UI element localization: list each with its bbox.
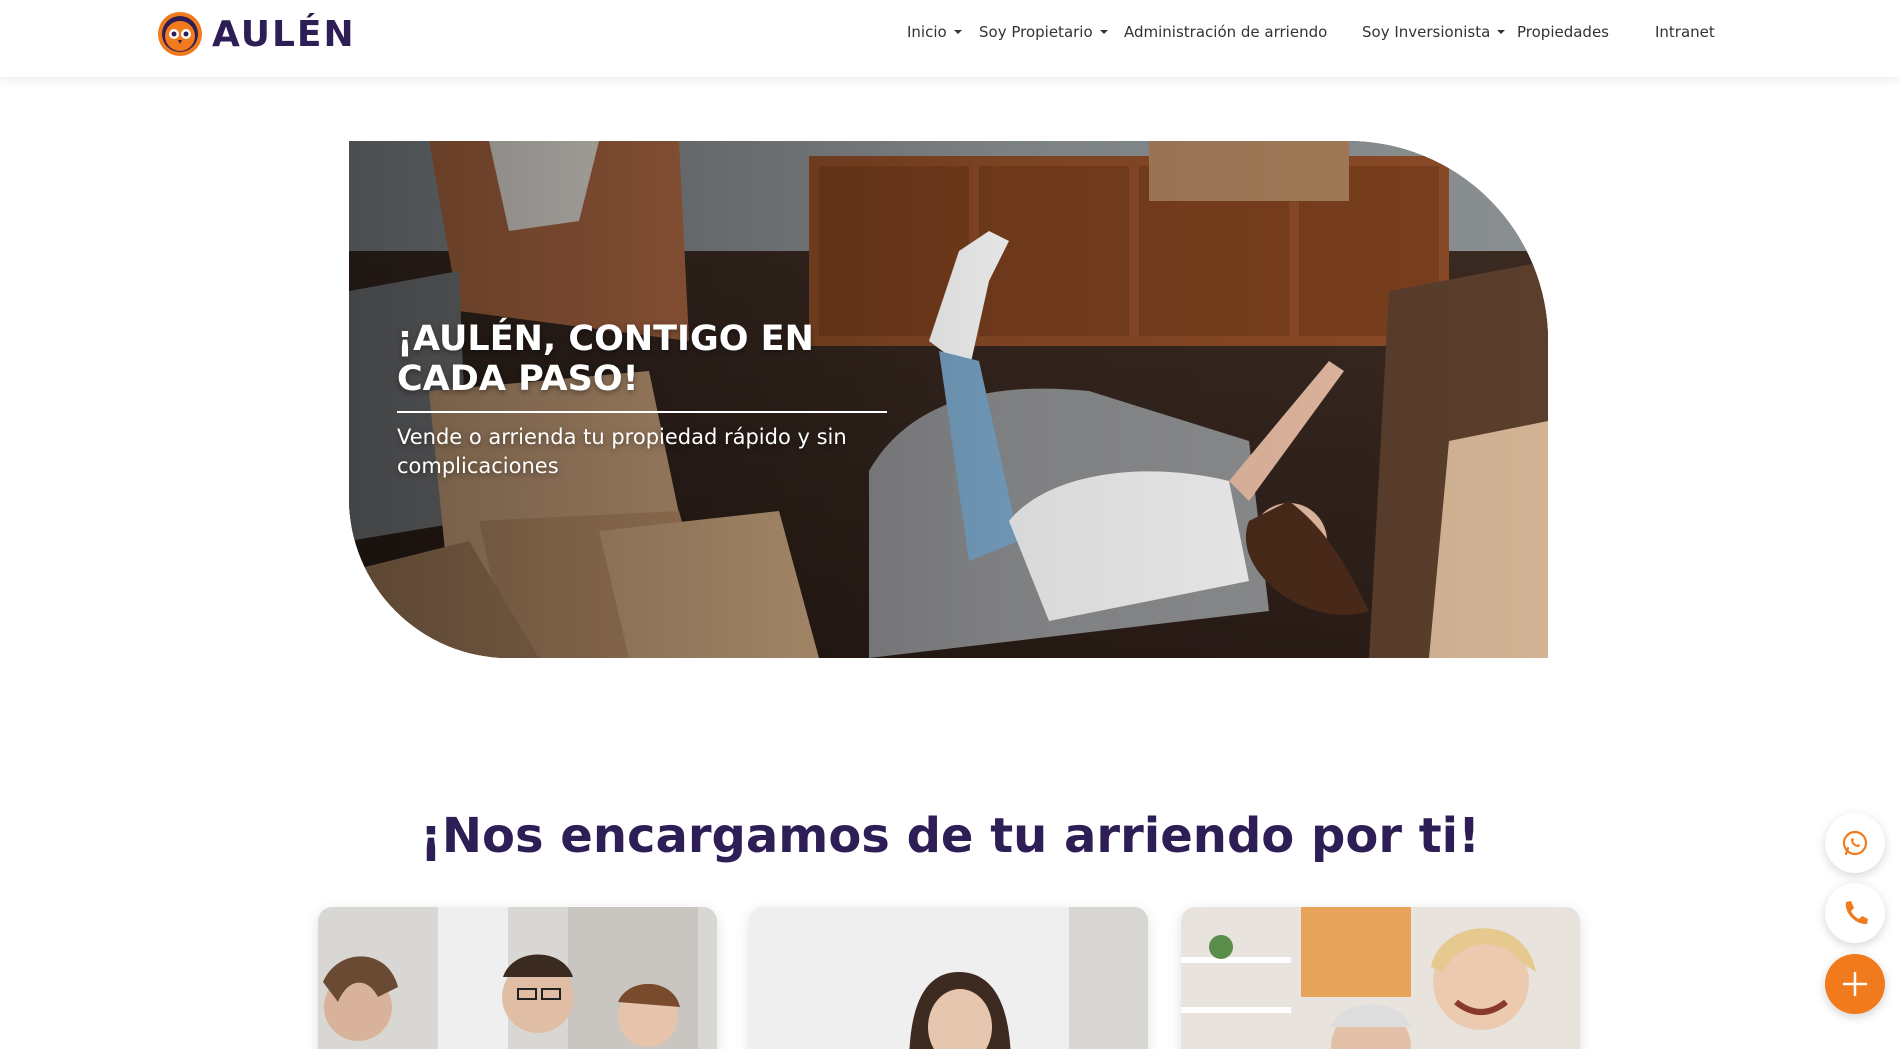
whatsapp-button[interactable]	[1825, 813, 1885, 873]
nav-label: Propiedades	[1517, 23, 1609, 41]
nav-label: Soy Inversionista	[1362, 23, 1491, 41]
hero-text-block: ¡AULÉN, CONTIGO EN CADA PASO! Vende o ar…	[397, 319, 937, 481]
service-card-3[interactable]	[1181, 907, 1580, 1049]
card-photo-people-meeting	[318, 907, 717, 1049]
hero-title: ¡AULÉN, CONTIGO EN CADA PASO!	[397, 319, 814, 399]
more-actions-button[interactable]	[1825, 954, 1885, 1014]
card-photo-elderly-couple	[1181, 907, 1580, 1049]
nav-label: Administración de arriendo	[1124, 23, 1328, 41]
nav-item-administracion[interactable]: Administración de arriendo	[1124, 23, 1327, 41]
nav-label: Intranet	[1655, 23, 1715, 41]
nav-item-inicio[interactable]: Inicio	[907, 23, 962, 41]
hero-banner: ¡AULÉN, CONTIGO EN CADA PASO! Vende o ar…	[349, 141, 1548, 658]
nav-item-soy-propietario[interactable]: Soy Propietario	[979, 23, 1108, 41]
section-title: ¡Nos encargamos de tu arriendo por ti!	[419, 808, 1480, 864]
service-card-2[interactable]	[749, 907, 1148, 1049]
caret-down-icon	[1497, 30, 1506, 34]
hero-divider	[397, 411, 887, 413]
nav-item-intranet[interactable]: Intranet	[1655, 23, 1715, 41]
nav-item-propiedades[interactable]: Propiedades	[1517, 23, 1609, 41]
main-nav: Inicio Soy Propietario Administración de…	[0, 0, 1900, 66]
service-card-1[interactable]	[318, 907, 717, 1049]
phone-icon	[1845, 901, 1868, 925]
nav-item-soy-inversionista[interactable]: Soy Inversionista	[1362, 23, 1506, 41]
nav-label: Inicio	[907, 23, 947, 41]
card-photo-woman	[749, 907, 1148, 1049]
nav-label: Soy Propietario	[979, 23, 1093, 41]
plus-icon	[1842, 971, 1868, 997]
whatsapp-icon	[1842, 830, 1868, 856]
hero-subtitle: Vende o arrienda tu propiedad rápido y s…	[397, 425, 847, 478]
caret-down-icon	[1099, 30, 1108, 34]
caret-down-icon	[953, 30, 962, 34]
site-header: AULÉN Inicio Soy Propietario Administrac…	[0, 0, 1900, 77]
phone-button[interactable]	[1825, 883, 1885, 943]
